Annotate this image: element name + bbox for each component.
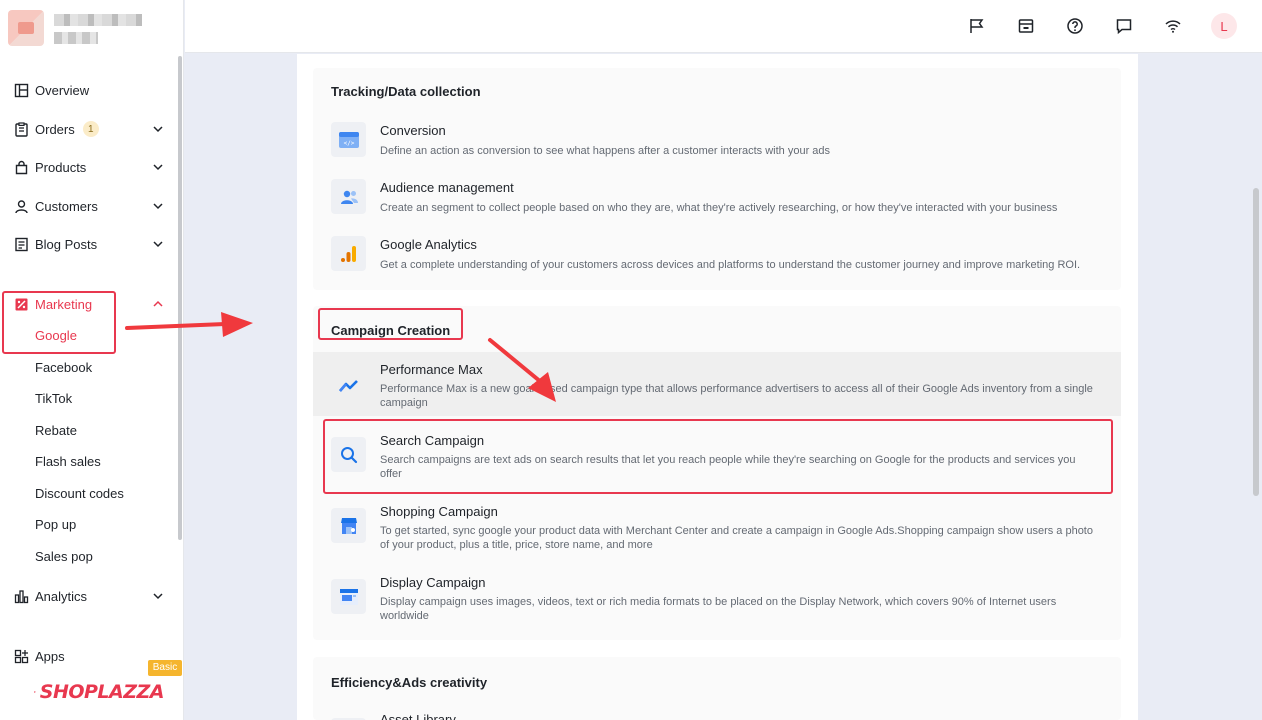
item-description: To get started, sync google your product… [380, 525, 1093, 551]
nav-label: Overview [35, 82, 90, 98]
annotation-box-search-campaign [323, 419, 1113, 494]
nav-orders[interactable]: Orders 1 [0, 114, 180, 144]
store-url-redacted [54, 32, 98, 44]
list-item-asset-library[interactable]: Asset Library [313, 707, 1121, 720]
sidebar-scrollbar[interactable] [178, 56, 182, 540]
message-icon[interactable] [1115, 17, 1133, 35]
chevron-down-icon [153, 126, 163, 133]
blog-icon [14, 237, 29, 252]
store-switcher[interactable] [8, 10, 178, 46]
performance-max-icon [331, 368, 366, 403]
store-name-redacted [54, 14, 142, 26]
nav-blog-posts[interactable]: Blog Posts [0, 229, 180, 259]
item-title: Audience management [380, 180, 514, 195]
flag-icon[interactable] [968, 17, 986, 35]
apps-icon [14, 649, 29, 664]
overview-icon [14, 83, 29, 98]
annotation-arrow-right [125, 312, 253, 337]
nav-overview[interactable]: Overview [0, 75, 180, 105]
list-item-performance-max[interactable]: Performance Max Performance Max is a new… [313, 352, 1121, 416]
nav-analytics[interactable]: Analytics [0, 581, 180, 611]
list-item-audience-management[interactable]: Audience management Create an segment to… [313, 171, 1121, 223]
item-description: Define an action as conversion to see wh… [380, 145, 831, 157]
wifi-icon[interactable] [1164, 17, 1182, 35]
list-item-conversion[interactable]: </> Conversion Define an action as conve… [313, 114, 1121, 166]
chevron-down-icon [153, 203, 163, 210]
conversion-icon: </> [331, 122, 366, 157]
nav-label: Blog Posts [35, 236, 98, 252]
list-item-google-analytics[interactable]: Google Analytics Get a complete understa… [313, 228, 1121, 280]
annotation-box-marketing-google [2, 291, 116, 354]
nav-customers[interactable]: Customers [0, 191, 180, 221]
annotation-arrow-down [488, 338, 556, 402]
item-title: Display Campaign [380, 575, 486, 590]
sidebar: Overview Orders 1 Products Customers Blo… [0, 0, 184, 720]
item-title: Performance Max [380, 362, 483, 377]
sub-nav-tiktok[interactable]: TikTok [35, 389, 72, 409]
section-title: Tracking/Data collection [331, 84, 481, 99]
shoplazza-mark-icon [34, 691, 36, 693]
nav-products[interactable]: Products [0, 152, 180, 182]
main-scrollbar[interactable] [1253, 188, 1259, 496]
audience-icon [331, 179, 366, 214]
brand-name: SHOPLAZZA [39, 681, 165, 703]
chevron-down-icon [153, 593, 163, 600]
chevron-down-icon [153, 164, 163, 171]
customers-icon [14, 199, 29, 214]
list-item-shopping-campaign[interactable]: Shopping Campaign To get started, sync g… [313, 494, 1121, 560]
item-title: Google Analytics [380, 237, 477, 252]
google-analytics-icon [331, 236, 366, 271]
orders-icon [14, 121, 29, 137]
top-bar: L [185, 0, 1262, 53]
chevron-down-icon [153, 241, 163, 248]
section-title: Efficiency&Ads creativity [331, 675, 488, 690]
nav-label: Products [35, 159, 87, 175]
store-icon[interactable] [1017, 17, 1035, 35]
plan-badge: Basic [148, 660, 182, 676]
svg-text:</>: </> [343, 140, 354, 147]
nav-label: Analytics [35, 588, 88, 604]
nav-label: Orders [35, 121, 75, 137]
item-title: Shopping Campaign [380, 504, 498, 519]
item-title: Conversion [380, 123, 446, 138]
analytics-icon [14, 589, 29, 604]
sub-nav-flash-sales[interactable]: Flash sales [35, 452, 101, 472]
shoplazza-logo: SHOPLAZZA [34, 676, 165, 708]
sub-nav-facebook[interactable]: Facebook [35, 358, 92, 378]
products-icon [14, 160, 29, 175]
item-description: Get a complete understanding of your cus… [380, 259, 1081, 271]
nav-label: Customers [35, 198, 98, 214]
shopping-icon [331, 508, 366, 543]
sub-nav-sales-pop[interactable]: Sales pop [35, 547, 93, 567]
annotation-box-campaign-creation [318, 308, 463, 340]
sub-nav-pop-up[interactable]: Pop up [35, 515, 76, 535]
item-description: Display campaign uses images, videos, te… [380, 596, 1057, 622]
nav-label: Apps [35, 648, 65, 664]
help-icon[interactable] [1066, 17, 1084, 35]
sub-nav-rebate[interactable]: Rebate [35, 421, 77, 441]
user-avatar[interactable]: L [1211, 13, 1237, 39]
orders-count-badge: 1 [82, 121, 99, 137]
item-title: Asset Library [380, 712, 456, 720]
display-icon [331, 579, 366, 614]
item-description: Create an segment to collect people base… [380, 202, 1058, 214]
sub-nav-discount-codes[interactable]: Discount codes [35, 484, 124, 504]
list-item-display-campaign[interactable]: Display Campaign Display campaign uses i… [313, 565, 1121, 631]
store-logo [8, 10, 44, 46]
